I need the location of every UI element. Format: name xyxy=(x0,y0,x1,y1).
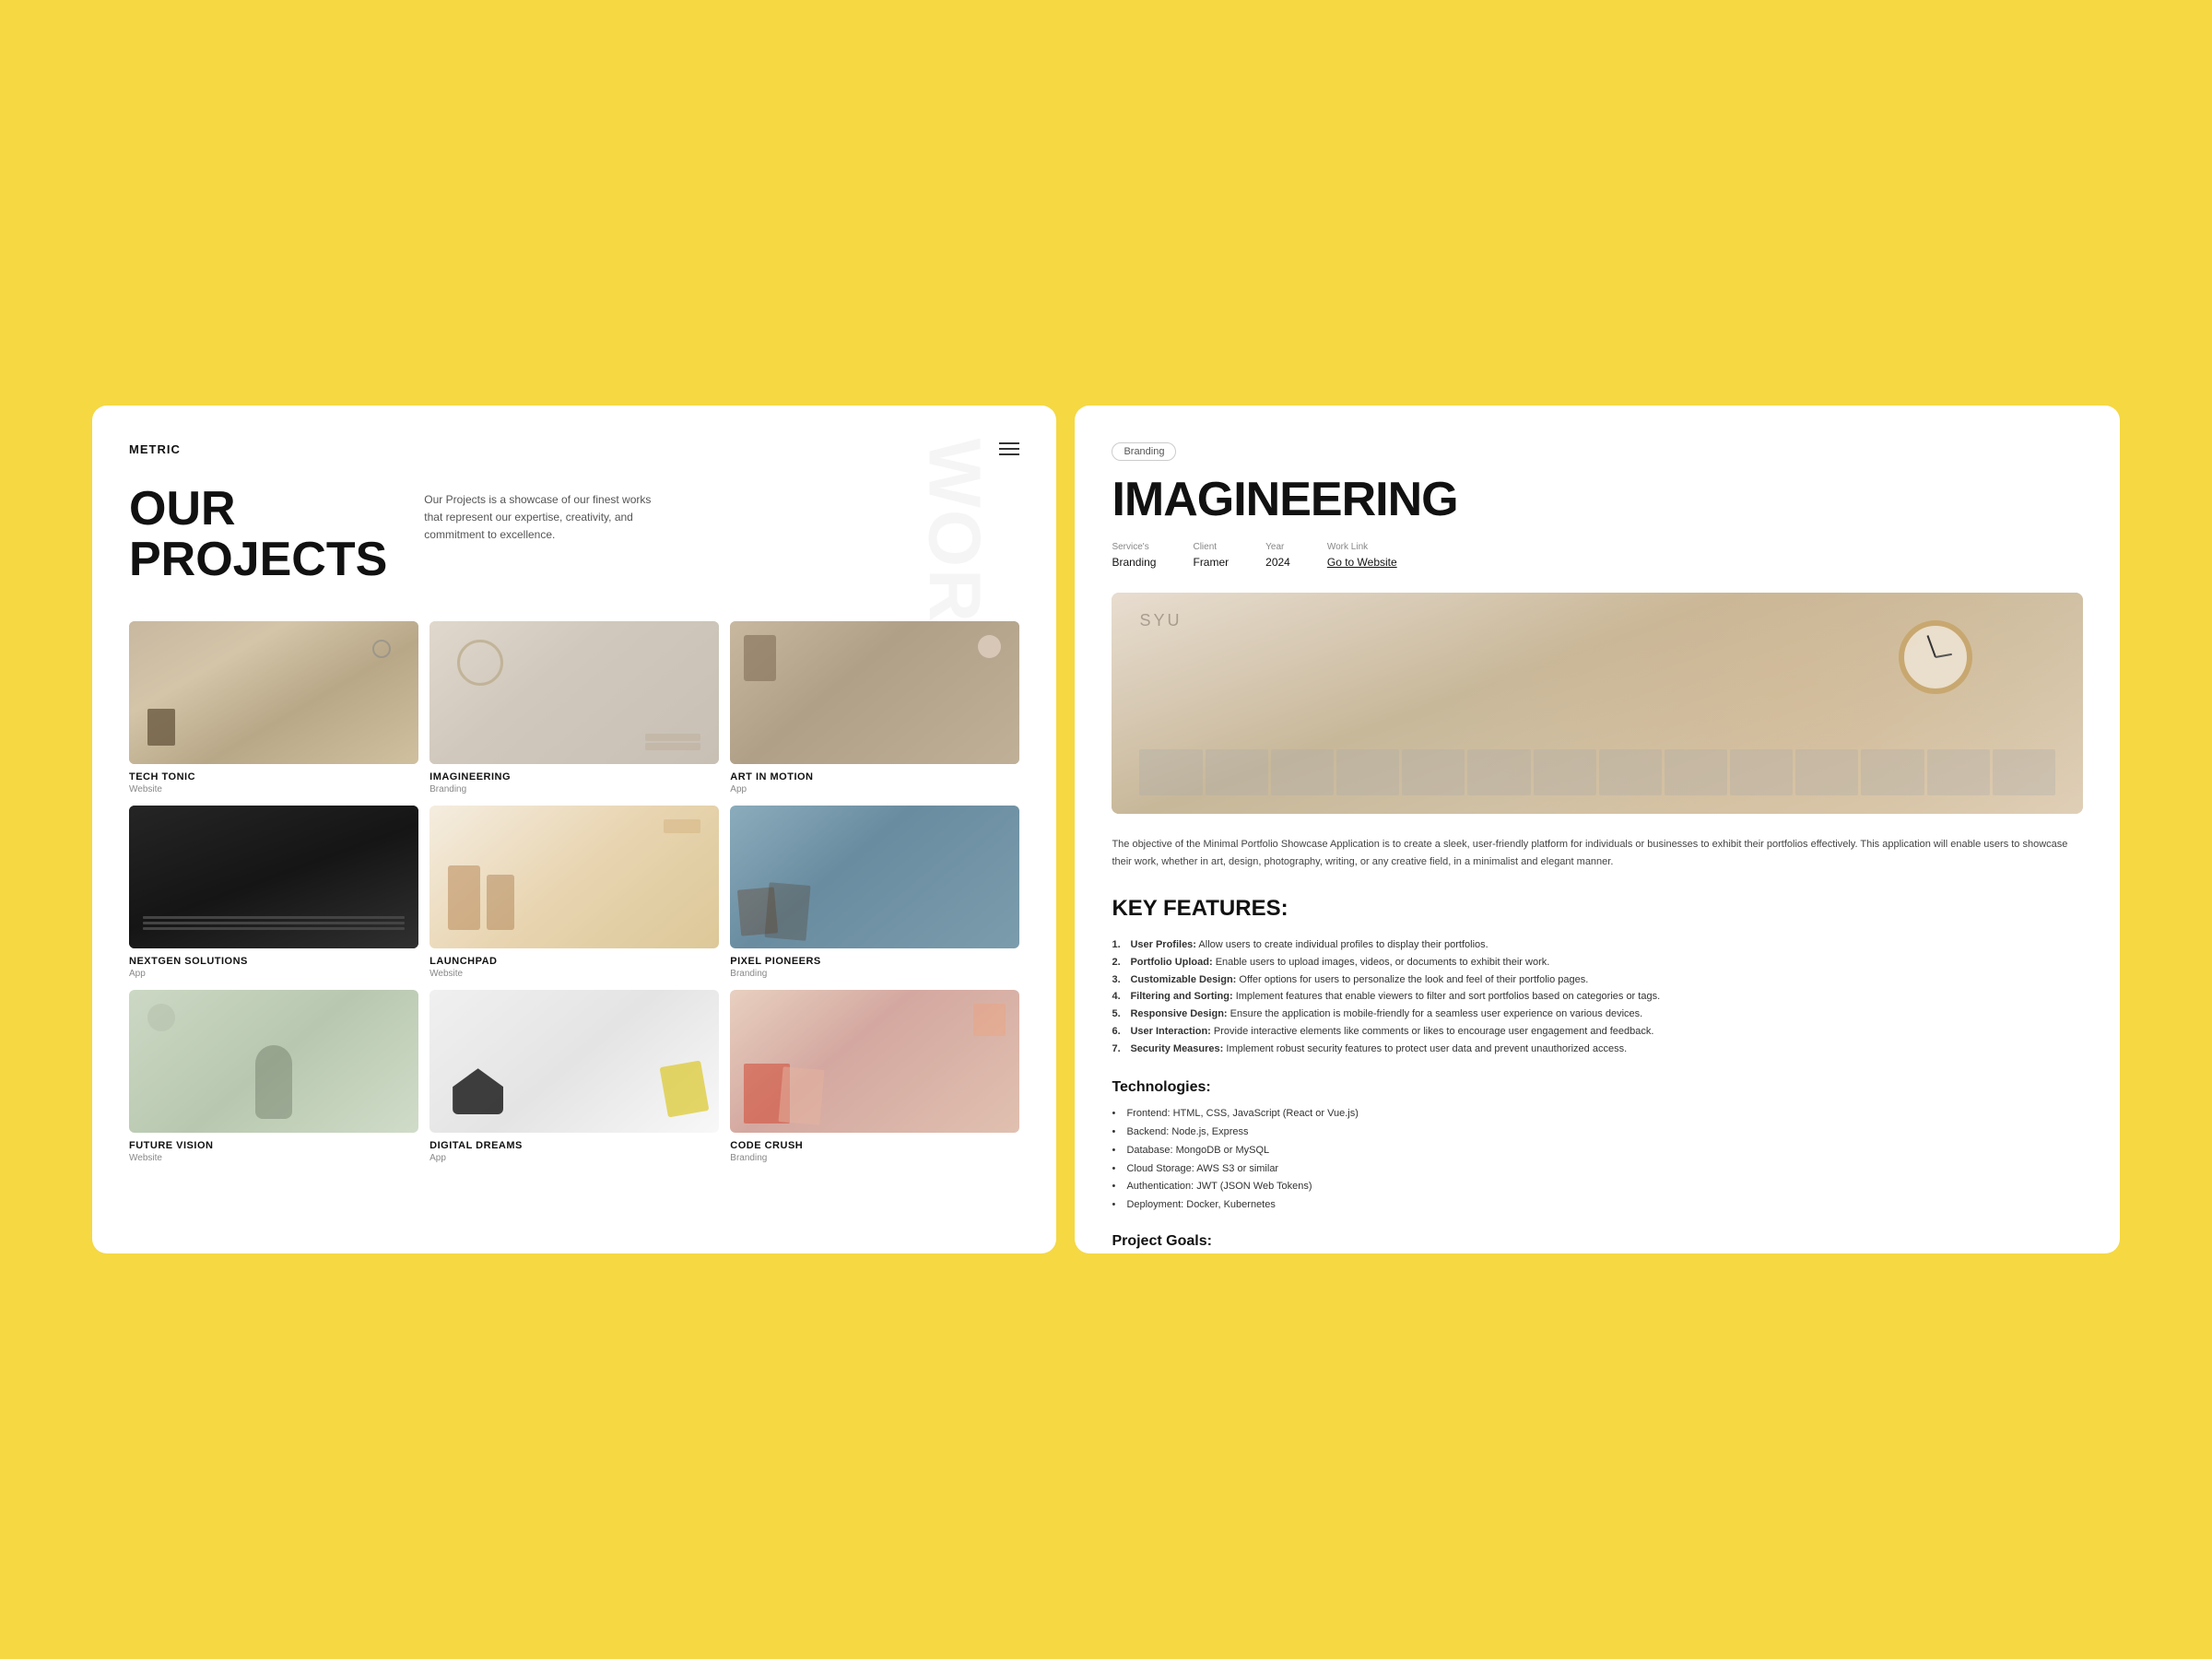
logo-text-decoration: SYU xyxy=(1139,611,1182,630)
hero-section: OURPROJECTS Our Projects is a showcase o… xyxy=(129,484,1019,584)
project-subtitle-imagineering: Branding xyxy=(429,784,719,794)
go-to-website-link[interactable]: Go to Website xyxy=(1327,556,1397,569)
project-subtitle-launchpad: Website xyxy=(429,969,719,979)
category-badge: Branding xyxy=(1112,442,1176,461)
project-item-future-vision[interactable]: FUTURE VISION Website xyxy=(129,990,418,1163)
meta-row: Service's Branding Client Framer Year 20… xyxy=(1112,542,2083,571)
meta-client: Client Framer xyxy=(1193,542,1229,571)
feature-item-4: Filtering and Sorting: Implement feature… xyxy=(1112,988,2083,1006)
technologies-list: Frontend: HTML, CSS, JavaScript (React o… xyxy=(1112,1105,2083,1215)
project-subtitle-pixel-pioneers: Branding xyxy=(730,969,1019,979)
technologies-heading: Technologies: xyxy=(1112,1079,2083,1096)
feature-item-1: User Profiles: Allow users to create ind… xyxy=(1112,936,2083,954)
project-image-digital-dreams xyxy=(429,990,719,1133)
tech-item-storage: Cloud Storage: AWS S3 or similar xyxy=(1112,1160,2083,1179)
project-title-nextgen: NEXTGEN SOLUTIONS xyxy=(129,956,418,967)
meta-service-label: Service's xyxy=(1112,542,1156,552)
projects-grid: TECH TONIC Website IMAGINEERING Branding xyxy=(129,621,1019,1163)
meta-client-value: Framer xyxy=(1193,556,1229,569)
tech-item-frontend: Frontend: HTML, CSS, JavaScript (React o… xyxy=(1112,1105,2083,1124)
project-subtitle-nextgen: App xyxy=(129,969,418,979)
project-subtitle-code-crush: Branding xyxy=(730,1153,1019,1163)
right-panel: Branding IMAGINEERING Service's Branding… xyxy=(1075,406,2120,1253)
project-title-art-in-motion: ART IN MOTION xyxy=(730,771,1019,782)
project-image-future-vision xyxy=(129,990,418,1133)
project-title-code-crush: CODE CRUSH xyxy=(730,1140,1019,1151)
meta-worklink-label: Work Link xyxy=(1327,542,1397,552)
feature-item-6: User Interaction: Provide interactive el… xyxy=(1112,1023,2083,1041)
feature-item-3: Customizable Design: Offer options for u… xyxy=(1112,971,2083,989)
project-subtitle-digital-dreams: App xyxy=(429,1153,719,1163)
meta-year-value: 2024 xyxy=(1265,556,1290,569)
tech-item-deployment: Deployment: Docker, Kubernetes xyxy=(1112,1196,2083,1215)
feature-item-7: Security Measures: Implement robust secu… xyxy=(1112,1041,2083,1058)
tech-item-auth: Authentication: JWT (JSON Web Tokens) xyxy=(1112,1178,2083,1196)
page-title: OURPROJECTS xyxy=(129,484,387,584)
project-title-launchpad: LAUNCHPAD xyxy=(429,956,719,967)
project-description: The objective of the Minimal Portfolio S… xyxy=(1112,836,2083,870)
project-item-pixel-pioneers[interactable]: PIXEL PIONEERS Branding xyxy=(730,806,1019,979)
panels-container: METRIC OURPROJECTS Our Projects is a sho… xyxy=(92,406,2120,1253)
project-item-art-in-motion[interactable]: ART IN MOTION App xyxy=(730,621,1019,794)
meta-service: Service's Branding xyxy=(1112,542,1156,571)
project-detail-title: IMAGINEERING xyxy=(1112,476,2083,524)
meta-service-value: Branding xyxy=(1112,556,1156,569)
meta-worklink: Work Link Go to Website xyxy=(1327,542,1397,571)
hero-image-content: ​ ​ SYU xyxy=(1112,593,2083,814)
project-image-code-crush xyxy=(730,990,1019,1133)
left-header: METRIC xyxy=(129,442,1019,456)
project-image-art-in-motion xyxy=(730,621,1019,764)
left-panel: METRIC OURPROJECTS Our Projects is a sho… xyxy=(92,406,1056,1253)
project-image-imagineering xyxy=(429,621,719,764)
menu-button[interactable] xyxy=(999,442,1019,455)
watch-decoration: ​ ​ xyxy=(1899,620,1972,694)
key-features-heading: KEY FEATURES: xyxy=(1112,896,2083,922)
project-subtitle-art-in-motion: App xyxy=(730,784,1019,794)
logo: METRIC xyxy=(129,442,181,456)
project-item-tech-tonic[interactable]: TECH TONIC Website xyxy=(129,621,418,794)
project-item-launchpad[interactable]: LAUNCHPAD Website xyxy=(429,806,719,979)
project-image-launchpad xyxy=(429,806,719,948)
project-hero-image: ​ ​ SYU xyxy=(1112,593,2083,814)
project-item-nextgen[interactable]: NEXTGEN SOLUTIONS App xyxy=(129,806,418,979)
feature-item-5: Responsive Design: Ensure the applicatio… xyxy=(1112,1006,2083,1023)
features-list: User Profiles: Allow users to create ind… xyxy=(1112,936,2083,1057)
tech-item-backend: Backend: Node.js, Express xyxy=(1112,1124,2083,1142)
project-title-future-vision: FUTURE VISION xyxy=(129,1140,418,1151)
keyboard-decoration xyxy=(1139,749,2055,795)
meta-client-label: Client xyxy=(1193,542,1229,552)
project-item-code-crush[interactable]: CODE CRUSH Branding xyxy=(730,990,1019,1163)
project-title-pixel-pioneers: PIXEL PIONEERS xyxy=(730,956,1019,967)
project-goals-heading: Project Goals: xyxy=(1112,1233,2083,1250)
project-item-imagineering[interactable]: IMAGINEERING Branding xyxy=(429,621,719,794)
project-title-tech-tonic: TECH TONIC xyxy=(129,771,418,782)
feature-item-2: Portfolio Upload: Enable users to upload… xyxy=(1112,954,2083,971)
meta-year-label: Year xyxy=(1265,542,1290,552)
project-image-tech-tonic xyxy=(129,621,418,764)
project-subtitle-tech-tonic: Website xyxy=(129,784,418,794)
project-title-imagineering: IMAGINEERING xyxy=(429,771,719,782)
project-image-pixel-pioneers xyxy=(730,806,1019,948)
tech-item-database: Database: MongoDB or MySQL xyxy=(1112,1142,2083,1160)
project-item-digital-dreams[interactable]: DIGITAL DREAMS App xyxy=(429,990,719,1163)
project-title-digital-dreams: DIGITAL DREAMS xyxy=(429,1140,719,1151)
meta-year: Year 2024 xyxy=(1265,542,1290,571)
project-image-nextgen xyxy=(129,806,418,948)
project-subtitle-future-vision: Website xyxy=(129,1153,418,1163)
hero-description: Our Projects is a showcase of our finest… xyxy=(424,484,654,545)
